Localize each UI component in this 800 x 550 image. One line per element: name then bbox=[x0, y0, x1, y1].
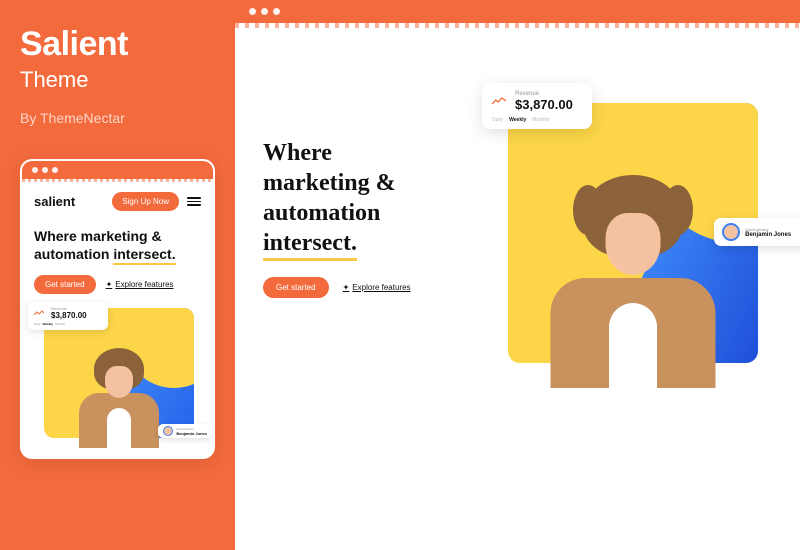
tab-daily[interactable]: Daily bbox=[492, 117, 503, 123]
desktop-cta-row: Get started ✦ Explore features bbox=[263, 277, 458, 298]
window-dot-icon bbox=[42, 167, 48, 173]
hamburger-menu-icon[interactable] bbox=[187, 197, 201, 206]
window-dot-icon bbox=[273, 8, 280, 15]
avatar bbox=[163, 426, 173, 436]
tab-weekly[interactable]: Weekly bbox=[509, 117, 526, 123]
desktop-hero-graphic: Revenue $3,870.00 Daily Weekly Monthly bbox=[488, 78, 772, 388]
mobile-preview: salient Sign Up Now Where marketing & au… bbox=[20, 159, 215, 459]
window-dot-icon bbox=[52, 167, 58, 173]
signup-button[interactable]: Sign Up Now bbox=[112, 192, 179, 211]
window-dot-icon bbox=[249, 8, 256, 15]
user-pill[interactable]: Administrator Benjamin Jones bbox=[158, 424, 212, 438]
window-dot-icon bbox=[261, 8, 268, 15]
user-pill[interactable]: Administrator Benjamin Jones ⌄ bbox=[714, 218, 800, 246]
desktop-preview: Where marketing & automation intersect. … bbox=[235, 0, 800, 550]
sparkle-icon: ✦ bbox=[106, 280, 113, 289]
avatar bbox=[722, 223, 740, 241]
hero-underlined-word: intersect. bbox=[113, 245, 175, 265]
mobile-content: salient Sign Up Now Where marketing & au… bbox=[22, 182, 213, 458]
hero-underlined-word: intersect. bbox=[263, 228, 357, 261]
tab-monthly[interactable]: Monthly bbox=[55, 322, 66, 326]
person-illustration bbox=[548, 173, 718, 388]
window-dot-icon bbox=[32, 167, 38, 173]
theme-subtitle: Theme bbox=[20, 67, 215, 93]
person-illustration bbox=[74, 348, 164, 448]
user-name: Benjamin Jones bbox=[176, 431, 207, 436]
desktop-text-column: Where marketing & automation intersect. … bbox=[263, 78, 458, 298]
theme-author: By ThemeNectar bbox=[20, 110, 215, 126]
get-started-button[interactable]: Get started bbox=[34, 275, 96, 294]
mobile-hero-text: Where marketing & automation intersect. bbox=[34, 227, 201, 265]
hero-line-1: Where bbox=[263, 140, 332, 166]
theme-showcase: Salient Theme By ThemeNectar salient Sig… bbox=[0, 0, 800, 550]
tab-weekly[interactable]: Weekly bbox=[43, 322, 53, 326]
revenue-value: $3,870.00 bbox=[515, 97, 573, 112]
face bbox=[105, 366, 133, 398]
explore-features-link[interactable]: ✦ Explore features bbox=[106, 280, 174, 289]
revenue-value: $3,870.00 bbox=[51, 311, 87, 320]
tab-monthly[interactable]: Monthly bbox=[532, 117, 550, 123]
hero-line-1: Where marketing & bbox=[34, 228, 162, 244]
mobile-logo[interactable]: salient bbox=[34, 194, 75, 209]
sparkle-icon: ✦ bbox=[343, 283, 350, 292]
shirt bbox=[609, 303, 657, 388]
revenue-tabs[interactable]: Daily Weekly Monthly bbox=[34, 322, 102, 326]
mobile-cta-row: Get started ✦ Explore features bbox=[34, 275, 201, 294]
explore-label: Explore features bbox=[352, 283, 410, 292]
sparkline-icon bbox=[492, 97, 506, 106]
user-name: Benjamin Jones bbox=[745, 232, 791, 238]
hero-line-2-prefix: automation bbox=[34, 246, 113, 262]
theme-name: Salient bbox=[20, 25, 215, 64]
hero-line-2: marketing & bbox=[263, 170, 396, 196]
explore-label: Explore features bbox=[115, 280, 173, 289]
revenue-tabs[interactable]: Daily Weekly Monthly bbox=[492, 117, 582, 123]
tab-daily[interactable]: Daily bbox=[34, 322, 41, 326]
sparkline-icon bbox=[34, 310, 44, 316]
mobile-window-controls bbox=[22, 161, 213, 179]
desktop-content: Where marketing & automation intersect. … bbox=[235, 28, 800, 388]
mobile-header: salient Sign Up Now bbox=[34, 192, 201, 211]
explore-features-link[interactable]: ✦ Explore features bbox=[343, 283, 411, 292]
revenue-card: Revenue $3,870.00 Daily Weekly Monthly bbox=[482, 83, 592, 129]
desktop-hero-text: Where marketing & automation intersect. bbox=[263, 138, 458, 261]
desktop-window-controls bbox=[235, 0, 800, 23]
shirt bbox=[107, 408, 131, 448]
get-started-button[interactable]: Get started bbox=[263, 277, 329, 298]
mobile-hero-graphic: Revenue $3,870.00 Daily Weekly Monthly bbox=[34, 308, 204, 448]
left-panel: Salient Theme By ThemeNectar salient Sig… bbox=[0, 0, 235, 550]
revenue-card: Revenue $3,870.00 Daily Weekly Monthly bbox=[28, 302, 108, 330]
face bbox=[606, 213, 661, 275]
hero-line-3: automation bbox=[263, 200, 380, 226]
